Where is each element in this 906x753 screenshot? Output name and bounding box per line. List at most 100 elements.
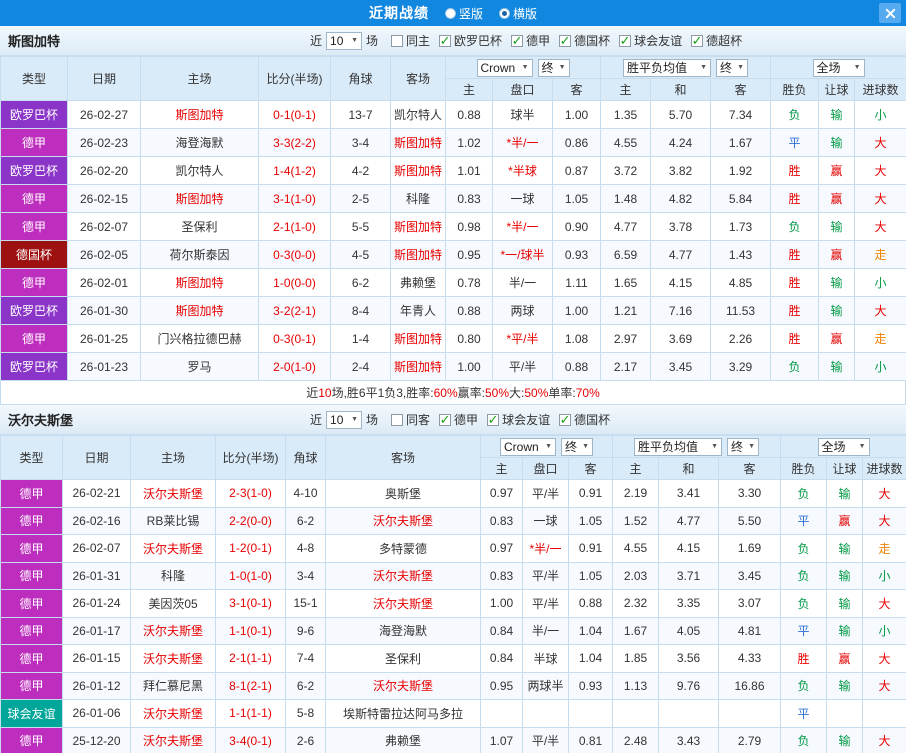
match-result: 胜 [780,644,828,673]
euro-odds-group-header: 胜平负均值 ▼ 终 ▼ [612,435,782,458]
select-value: 终 [731,440,744,454]
euro-draw-odds: 4.05 [658,616,720,645]
euro-draw-odds: 3.69 [650,324,712,353]
euro-home-odds [612,699,660,728]
scope-select[interactable]: 全场 ▼ [812,58,865,77]
match-result: 负 [780,726,828,753]
filter-checkbox-checked[interactable]: ✓ 德超杯 [691,32,742,49]
match-date: 26-02-21 [62,479,131,508]
euro-odds-select[interactable]: 胜平负均值 ▼ [623,58,712,77]
home-team: 沃尔夫斯堡 [130,479,216,508]
home-team: 圣保利 [140,212,259,241]
match-row: 欧罗巴杯 26-01-30 斯图加特 3-2(2-1) 8-4 年青人 0.88 两球 1.00… [0,296,906,325]
handicap-result: 赢 [826,644,864,673]
euro-time-select[interactable]: 终 ▼ [716,58,749,77]
match-row: 德甲 26-02-16 RB莱比锡 2-2(0-0) 6-2 沃尔夫斯堡 0.83 一球 1.0… [0,506,906,535]
match-score: 2-3(1-0) [215,479,286,508]
match-row: 德甲 26-02-07 沃尔夫斯堡 1-2(0-1) 4-8 多特蒙德 0.97 *半/一 0.… [0,534,906,563]
handicap-result: 输 [818,296,856,325]
match-score: 3-3(2-2) [258,128,331,157]
team-section: 沃尔夫斯堡 近 10 ▼ 场 同客 ✓ 德甲 ✓ 球会友谊 ✓ 德国杯 类型 日期 主场 比… [0,405,906,753]
filter-checkbox-checked[interactable]: ✓ 德甲 [439,411,478,428]
team-name: 斯图加特 [8,34,61,49]
goals-result: 小 [862,561,906,590]
layout-vertical-radio[interactable]: 竖版 [444,5,483,22]
match-row: 德甲 26-01-17 沃尔夫斯堡 1-1(0-1) 9-6 海登海默 0.84 半/一 1.0… [0,616,906,645]
match-row: 欧罗巴杯 26-02-20 凯尔特人 1-4(1-2) 4-2 斯图加特 1.01 *半球 0.… [0,156,906,185]
goals-result: 大 [862,506,906,535]
bookmaker-select[interactable]: Crown ▼ [476,58,533,77]
filter-checkbox-checked[interactable]: ✓ 德国杯 [559,411,610,428]
col-header-corner: 角球 [285,435,326,480]
home-team: 沃尔夫斯堡 [130,699,216,728]
euro-home-odds: 1.21 [600,296,652,325]
league-badge: 欧罗巴杯 [0,352,68,381]
col-header-corner: 角球 [330,56,391,101]
euro-home-odds: 2.32 [612,589,660,618]
euro-away-odds: 4.81 [718,616,782,645]
match-date: 26-02-27 [67,100,141,129]
match-date: 26-02-23 [67,128,141,157]
close-button[interactable] [879,3,901,23]
asian-handicap: 两球 [492,296,553,325]
euro-odds-select[interactable]: 胜平负均值 ▼ [634,437,723,456]
asian-time-select[interactable]: 终 ▼ [561,437,593,456]
match-score: 2-1(1-0) [258,212,331,241]
filter-checkbox-checked[interactable]: ✓ 欧罗巴杯 [439,32,502,49]
euro-away-odds: 1.67 [710,128,772,157]
summary-bar: 近 10 场,胜6平1负3, 胜率: 60% 赢率: 50% 大: 50% 单率: 70% [0,381,906,405]
goals-result: 大 [862,726,906,753]
match-date: 26-01-23 [67,352,141,381]
chevron-down-icon: ▼ [700,64,708,71]
filter-checkbox-checked[interactable]: ✓ 球会友谊 [619,32,682,49]
goals-result: 大 [862,479,906,508]
goals-result: 小 [854,100,906,129]
col-header-home: 主场 [140,56,259,101]
scope-select[interactable]: 全场 ▼ [817,437,870,456]
titlebar: 近期战绩 竖版 横版 [0,0,906,26]
asian-home-odds: 1.01 [445,156,493,185]
handicap-result: 赢 [818,240,856,269]
home-team: 美因茨05 [130,589,216,618]
home-team: 斯图加特 [140,296,259,325]
asian-handicap: 平/半 [522,589,569,618]
filter-checkbox-label: 球会友谊 [502,413,551,427]
handicap-result: 输 [826,589,864,618]
summary-segment: 场,胜6平1负3, [331,386,407,400]
match-score: 1-1(0-1) [215,616,286,645]
asian-time-select[interactable]: 终 ▼ [537,58,570,77]
col-header-away: 客场 [325,435,481,480]
filter-checkbox-unchecked[interactable]: 同主 [391,32,430,49]
select-value: 全场 [821,440,846,454]
filter-checkbox-checked[interactable]: ✓ 德国杯 [559,32,610,49]
col-header-asian-line: 盘口 [492,78,553,101]
match-count-select[interactable]: 10 ▼ [326,31,363,50]
bookmaker-select[interactable]: Crown ▼ [500,437,556,456]
match-date: 26-01-30 [67,296,141,325]
match-row: 德甲 26-02-15 斯图加特 3-1(1-0) 2-5 科隆 0.83 一球 1.05 1.4… [0,184,906,213]
handicap-result: 输 [826,479,864,508]
checkbox-checked-icon: ✓ [559,33,572,48]
col-header-euro-draw: 和 [658,457,720,480]
summary-segment: 大: [509,386,525,400]
asian-away-odds: 0.86 [551,128,602,157]
corner-count: 3-4 [330,128,391,157]
euro-time-select[interactable]: 终 ▼ [727,437,760,456]
match-row: 球会友谊 26-01-06 沃尔夫斯堡 1-1(1-1) 5-8 埃斯特雷拉达阿马多拉 平 [0,699,906,728]
asian-home-odds: 0.97 [480,534,523,563]
layout-horizontal-radio[interactable]: 横版 [499,5,537,22]
col-header-result: 胜负 [770,78,820,101]
handicap-result: 输 [818,352,856,381]
corner-count: 5-8 [285,699,326,728]
filter-checkbox-unchecked[interactable]: 同客 [391,411,430,428]
filter-checkbox-checked[interactable]: ✓ 球会友谊 [487,411,550,428]
match-date: 26-01-31 [62,561,131,590]
matches-table: 类型 日期 主场 比分(半场) 角球 客场 Crown ▼ 终 ▼ 胜平负均值 … [0,56,906,381]
asian-handicap: 半/一 [492,268,553,297]
chevron-down-icon: ▼ [545,443,552,450]
euro-away-odds: 1.69 [718,534,782,563]
handicap-result: 输 [826,561,864,590]
corner-count: 9-6 [285,616,326,645]
match-count-select[interactable]: 10 ▼ [326,410,363,429]
filter-checkbox-checked[interactable]: ✓ 德甲 [511,32,550,49]
